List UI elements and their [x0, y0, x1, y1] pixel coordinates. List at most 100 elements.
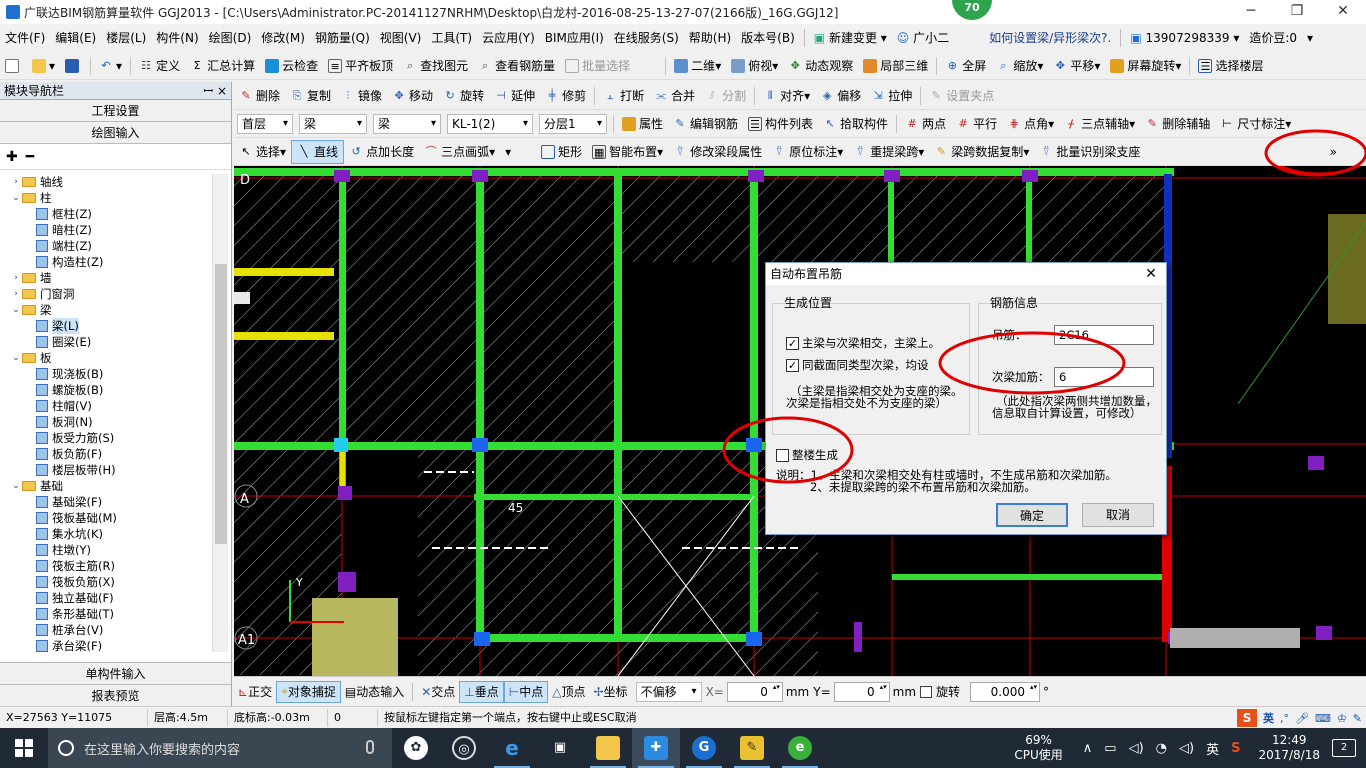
- tray-language[interactable]: 英: [1206, 739, 1219, 758]
- taskbar-app-glodon[interactable]: G: [680, 728, 728, 768]
- mirror-button[interactable]: ⫶ 镜像: [336, 84, 387, 108]
- restore-icon[interactable]: ❐: [1274, 0, 1320, 24]
- tree-item[interactable]: 梁(L): [0, 318, 212, 334]
- tree-item[interactable]: 现浇板(B): [0, 366, 212, 382]
- report-preview-button[interactable]: 报表预览: [0, 684, 231, 706]
- tree-item[interactable]: 桩承台(V): [0, 622, 212, 638]
- column[interactable]: [1022, 170, 1038, 182]
- parallel-button[interactable]: # 平行: [951, 112, 1002, 136]
- column[interactable]: [884, 170, 900, 182]
- set-node-button[interactable]: ✎ 设置夹点: [924, 84, 999, 108]
- cpu-monitor[interactable]: 69% CPU使用: [1014, 733, 1062, 763]
- column[interactable]: [748, 170, 764, 182]
- menu-online[interactable]: 在线服务(S): [609, 24, 684, 52]
- tree-item[interactable]: 端柱(Z): [0, 238, 212, 254]
- delete-button[interactable]: ✎ 删除: [234, 84, 285, 108]
- open-file-button[interactable]: ▾: [27, 54, 60, 78]
- trim-button[interactable]: ╪ 修剪: [540, 84, 591, 108]
- tree-item[interactable]: 柱帽(V): [0, 398, 212, 414]
- column[interactable]: [338, 486, 352, 500]
- start-button[interactable]: [0, 728, 48, 768]
- tray-chevron-up-icon[interactable]: ∧: [1083, 741, 1093, 756]
- column[interactable]: [472, 438, 488, 452]
- main-secondary-checkbox[interactable]: ✓: [786, 336, 799, 350]
- view-rebar-button[interactable]: ⌕ 查看钢筋量: [473, 54, 560, 78]
- column[interactable]: [334, 438, 348, 452]
- member-subtype-select[interactable]: 梁: [373, 113, 441, 134]
- span-copy-button[interactable]: ✎ 梁跨数据复制 ▾: [929, 140, 1034, 164]
- rotate-button[interactable]: ↻ 旋转: [438, 84, 489, 108]
- move-button[interactable]: ✥ 移动: [387, 84, 438, 108]
- minimize-icon[interactable]: ─: [1228, 0, 1274, 24]
- tree-item[interactable]: › 墙: [0, 270, 212, 286]
- menu-draw[interactable]: 绘图(D): [204, 24, 257, 52]
- dimension-button[interactable]: ⊢ 尺寸标注 ▾: [1215, 112, 1296, 136]
- chevron-down-icon[interactable]: ⌄: [10, 350, 22, 366]
- tree-item[interactable]: 板洞(N): [0, 414, 212, 430]
- break-button[interactable]: ⫠ 打断: [598, 84, 649, 108]
- arc-dropdown[interactable]: ▾: [500, 140, 536, 164]
- punctuation-icon[interactable]: ,°: [1280, 712, 1289, 725]
- column[interactable]: [334, 170, 350, 182]
- tree-item[interactable]: ⌄ 板: [0, 350, 212, 366]
- same-section-checkbox-row[interactable]: ✓ 同截面同类型次梁，均设: [786, 357, 929, 373]
- menu-view[interactable]: 视图(V): [375, 24, 427, 52]
- find-element-button[interactable]: ⌕ 查找图元: [398, 54, 473, 78]
- menu-floor[interactable]: 楼层(L): [101, 24, 151, 52]
- column[interactable]: [854, 622, 862, 652]
- tray-sogou-icon[interactable]: S: [1231, 741, 1240, 756]
- tree-item[interactable]: 承台梁(F): [0, 638, 212, 652]
- batch-select-button[interactable]: 批量选择: [560, 54, 635, 78]
- tree-item[interactable]: 条形基础(T): [0, 606, 212, 622]
- tree-item[interactable]: 柱墩(Y): [0, 542, 212, 558]
- line-tool-button[interactable]: ╲ 直线: [291, 139, 345, 164]
- select-floor-button[interactable]: ☰ 选择楼层: [1193, 54, 1268, 78]
- new-change-button[interactable]: ▣ 新建变更 ▾: [809, 24, 892, 52]
- menu-help[interactable]: 帮助(H): [684, 24, 736, 52]
- screen-rotate-button[interactable]: 屏幕旋转 ▾: [1105, 54, 1186, 78]
- panel-pin-close[interactable]: ꟷ ×: [203, 82, 227, 99]
- taskbar-app-taskview[interactable]: ✿: [392, 728, 440, 768]
- user-account[interactable]: ▣ 13907298339 ▾: [1125, 24, 1244, 52]
- copy-button[interactable]: ⎘ 复制: [285, 84, 336, 108]
- tree-item[interactable]: 独立基础(F): [0, 590, 212, 606]
- flat-board-button[interactable]: ≡ 平齐板顶: [323, 54, 398, 78]
- taskbar-app-360[interactable]: e: [776, 728, 824, 768]
- tree-scrollbar[interactable]: [212, 174, 228, 652]
- menu-bim[interactable]: BIM应用(I): [540, 24, 609, 52]
- x-offset-input[interactable]: 0: [726, 681, 783, 702]
- pan-button[interactable]: ✥ 平移 ▾: [1048, 54, 1105, 78]
- tree-item[interactable]: ⌄ 基础: [0, 478, 212, 494]
- ime-language[interactable]: 英: [1263, 710, 1274, 726]
- expand-all-icon[interactable]: ✚: [6, 149, 18, 165]
- tree-item[interactable]: 板受力筋(S): [0, 430, 212, 446]
- beam-horizontal[interactable]: [892, 574, 1162, 580]
- beam-vertical[interactable]: [614, 170, 622, 642]
- tree-item[interactable]: 筏板负筋(X): [0, 574, 212, 590]
- perpendicular-snap-button[interactable]: ⊥ 垂点: [459, 680, 504, 703]
- whole-building-checkbox-row[interactable]: 整楼生成: [776, 447, 838, 463]
- pick-member-button[interactable]: ↖ 拾取构件: [818, 112, 893, 136]
- column[interactable]: [746, 438, 762, 452]
- score-badge[interactable]: 70: [952, 0, 992, 20]
- system-clock[interactable]: 12:49 2017/8/18: [1258, 733, 1320, 763]
- beam-yellow[interactable]: [234, 268, 334, 276]
- tray-volume-icon[interactable]: ◁): [1129, 741, 1144, 756]
- tree-item[interactable]: 筏板基础(M): [0, 510, 212, 526]
- beam-vertical[interactable]: [476, 170, 484, 642]
- tree-item[interactable]: 基础梁(F): [0, 494, 212, 510]
- modify-span-button[interactable]: ⍢ 修改梁段属性: [668, 140, 767, 164]
- collapse-all-icon[interactable]: ━: [26, 149, 34, 165]
- local-3d-button[interactable]: 局部三维: [858, 54, 933, 78]
- auto-hanger-dialog[interactable]: 自动布置吊筋 ✕ 生成位置 ✓ 主梁与次梁相交，主梁上。 ✓ 同截面同类型次梁，…: [765, 262, 1167, 535]
- define-button[interactable]: ☷ 定义: [134, 54, 185, 78]
- chevron-down-icon[interactable]: ⌄: [10, 190, 22, 206]
- taskbar-app-explorer[interactable]: [584, 728, 632, 768]
- select-tool-button[interactable]: ↖ 选择 ▾: [234, 140, 291, 164]
- view-mode-dropdown[interactable]: 二维 ▾: [669, 54, 726, 78]
- rectangle-button[interactable]: 矩形: [536, 140, 587, 164]
- beam-yellow[interactable]: [340, 450, 345, 490]
- tree-item[interactable]: 楼层板带(H): [0, 462, 212, 478]
- chevron-down-icon[interactable]: ⌄: [10, 478, 22, 494]
- zoom-button[interactable]: ⌕ 缩放 ▾: [991, 54, 1048, 78]
